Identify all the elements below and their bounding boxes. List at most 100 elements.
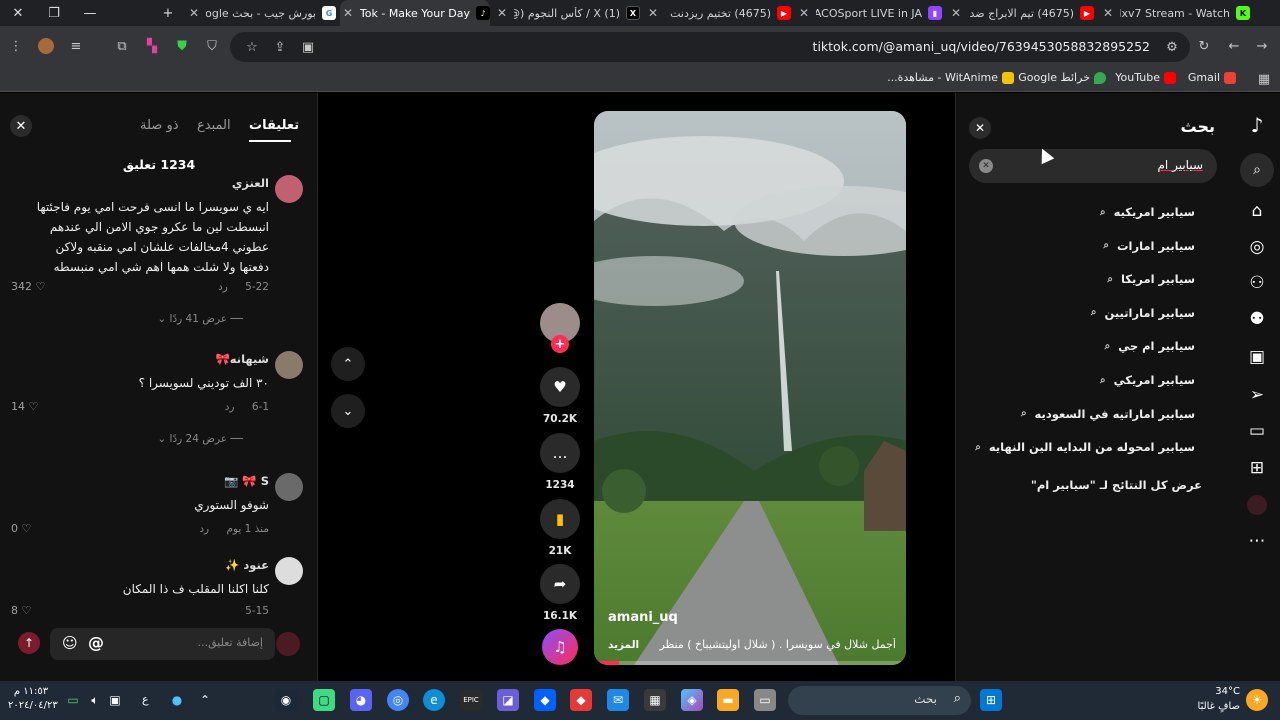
new-tab-icon[interactable]: + [150, 0, 186, 26]
extension-bookmark-icon[interactable]: ▚ [140, 34, 164, 58]
avatar[interactable] [275, 175, 303, 203]
more-dots-icon[interactable]: ⋯ [1241, 527, 1273, 555]
window-restore-icon[interactable]: ❐ [36, 0, 72, 26]
share-action[interactable]: ➦ 16.1K [540, 564, 580, 622]
search-icon[interactable]: ⌕ [1240, 153, 1274, 187]
search-suggestion-item[interactable]: سيابير امريكا ⌕ [1107, 272, 1195, 286]
tab-close-icon[interactable]: ✕ [494, 6, 510, 20]
search-input[interactable]: ✕ سيابير ام [969, 149, 1217, 183]
network-icon[interactable]: ▣ [104, 689, 126, 711]
reply-button[interactable]: رد [218, 281, 228, 293]
address-bar[interactable]: ☆ ⇪ ▣ tiktok.com/@amani_uq/video/7639453… [230, 32, 1190, 62]
cast-icon[interactable]: ▣ [296, 35, 320, 59]
tab-creator[interactable]: المبدع [197, 118, 231, 133]
profile-avatar-icon[interactable] [34, 34, 58, 58]
video-player[interactable]: amani_uq أجمل شلال في سويسرا . ( شلال او… [594, 111, 906, 665]
avatar[interactable] [275, 351, 303, 379]
comment-input[interactable]: ☺ @ إضافة تعليق... [50, 628, 275, 660]
back-arrow-icon[interactable]: ← [1222, 34, 1246, 58]
app-purple-icon[interactable]: ◪ [497, 689, 519, 711]
edge-icon[interactable]: e [423, 689, 445, 711]
share-arrow-icon[interactable]: ➦ [540, 564, 580, 604]
like-action[interactable]: ♥ 70.2K [540, 367, 580, 425]
video-username[interactable]: amani_uq [608, 610, 678, 625]
clear-search-icon[interactable]: ✕ [979, 159, 993, 173]
epic-games-icon[interactable]: EPIC [460, 689, 482, 711]
messages-send-icon[interactable]: ➢ [1241, 381, 1273, 409]
comment-likes[interactable]: 342 ♡ [11, 280, 45, 293]
tab-close-icon[interactable]: ✕ [186, 6, 202, 20]
comment-author[interactable]: S 🎀 📷 [224, 474, 269, 488]
comment-author[interactable]: عنود ✨ [225, 558, 269, 572]
comment-action[interactable]: … 1234 [540, 433, 580, 491]
copilot-icon[interactable]: ◈ [681, 689, 703, 711]
comment-likes[interactable]: 8 ♡ [11, 604, 31, 617]
forward-arrow-icon[interactable]: → [1250, 34, 1274, 58]
comment-likes[interactable]: 0 ♡ [11, 522, 31, 535]
home-icon[interactable]: ⌂ [1241, 197, 1273, 225]
window-close-icon[interactable]: ✕ [0, 0, 36, 26]
avatar[interactable] [275, 557, 303, 585]
bookmark-google-maps[interactable]: خرائط Google [1018, 71, 1106, 84]
send-arrow-icon[interactable]: ↑ [18, 632, 40, 654]
comments-close-icon[interactable]: ✕ [10, 115, 32, 137]
tab-close-icon[interactable]: ✕ [645, 6, 661, 20]
menu-kebab-icon[interactable]: ⋮ [4, 34, 28, 58]
all-bookmarks-icon[interactable]: ▦ [1252, 67, 1276, 91]
bookmark-gmail[interactable]: Gmail [1188, 71, 1236, 84]
bookmark-youtube[interactable]: YouTube [1115, 71, 1176, 84]
app-window-icon[interactable]: ▭ [754, 689, 776, 711]
tab-close-icon[interactable]: ✕ [1100, 6, 1116, 20]
save-action[interactable]: ▮ 21K [540, 499, 580, 557]
clock[interactable]: ١١:٥٣ م ٢٠٢٤/٠٤/٢٣ [8, 685, 58, 713]
reply-button[interactable]: رد [225, 401, 235, 413]
taskbar-search[interactable]: ⌕ بحث [788, 686, 971, 715]
url-text[interactable]: tiktok.com/@amani_uq/video/7639453058832… [813, 39, 1150, 54]
store-icon[interactable]: ▦ [644, 689, 666, 711]
tab-x[interactable]: X (1) X / كأس النجوم (@... ✕ [494, 0, 640, 26]
microphone-icon[interactable]: ● [166, 689, 188, 711]
tab-comments[interactable]: تعليقات [249, 118, 299, 133]
live-tv-icon[interactable]: ▣ [1241, 343, 1273, 371]
file-explorer-icon[interactable]: ▬ [717, 689, 739, 711]
tab-close-icon[interactable]: ✕ [796, 6, 812, 20]
caption-more-button[interactable]: المزيد [608, 639, 639, 651]
tab-youtube-2[interactable]: ▶ (4675) تيم الابراج ضد ✕ [948, 0, 1094, 26]
reload-icon[interactable]: ↻ [1192, 34, 1216, 58]
app-red-diamond-icon[interactable]: ◆ [570, 689, 592, 711]
dropbox-icon[interactable]: ◆ [534, 689, 556, 711]
music-note-icon[interactable]: ♫ [542, 629, 578, 665]
extensions-icon[interactable]: ⧉ [110, 34, 134, 58]
tab-close-icon[interactable]: ✕ [340, 6, 356, 20]
search-suggestion-item[interactable]: سيابير اماراتيين ⌕ [1091, 306, 1195, 320]
next-video-button[interactable]: ⌄ [331, 394, 365, 428]
volume-icon[interactable]: 🔈︎ [84, 689, 106, 711]
app-green-icon[interactable]: ▢ [313, 689, 335, 711]
tray-chevron-up-icon[interactable]: ⌃ [194, 689, 216, 711]
tab-tiktok[interactable]: ♪ TikTok - Make Your Day ✕ [340, 0, 490, 26]
search-suggestion-item[interactable]: سيابير ام جي ⌕ [1105, 339, 1195, 353]
battery-icon[interactable]: ▭ [62, 689, 84, 711]
chrome-icon[interactable]: ◎ [387, 689, 409, 711]
tab-twitch[interactable]: ▮ JACOSport LIVE in JA... ✕ [796, 0, 942, 26]
bookmark-icon[interactable]: ▮ [540, 499, 580, 539]
comment-author[interactable]: العنزي [232, 176, 269, 190]
inbox-icon[interactable]: ▭ [1241, 417, 1273, 445]
bookmark-star-icon[interactable]: ☆ [240, 35, 264, 59]
view-replies-button[interactable]: ── عرض 41 ردًا ⌄ [157, 313, 243, 325]
comment-author[interactable]: شيهانه🎀 [215, 352, 269, 366]
tab-youtube-1[interactable]: ▶ (4675) تختيم ريزدنت ✕ [645, 0, 791, 26]
emoji-icon[interactable]: ☺ [62, 634, 78, 652]
mention-icon[interactable]: @ [88, 633, 104, 652]
site-settings-icon[interactable]: ⚙ [1160, 35, 1184, 59]
security-shield-icon[interactable]: ⛉ [200, 34, 224, 58]
heart-icon[interactable]: ♥ [540, 367, 580, 407]
windows-start-icon[interactable]: ⊞ [980, 689, 1002, 711]
view-replies-button[interactable]: ── عرض 24 ردًا ⌄ [157, 433, 243, 445]
bookmark-witanime[interactable]: WitAnime - مشاهدة... [887, 71, 1014, 84]
window-minimize-icon[interactable]: — [72, 0, 108, 26]
mail-app-icon[interactable]: ✉ [607, 689, 629, 711]
search-suggestion-item[interactable]: سيابير امارات ⌕ [1103, 239, 1195, 253]
tab-kick[interactable]: K Nxv7 Stream - Watch ✕ [1100, 0, 1250, 26]
steam-icon[interactable]: ◉ [275, 689, 297, 711]
